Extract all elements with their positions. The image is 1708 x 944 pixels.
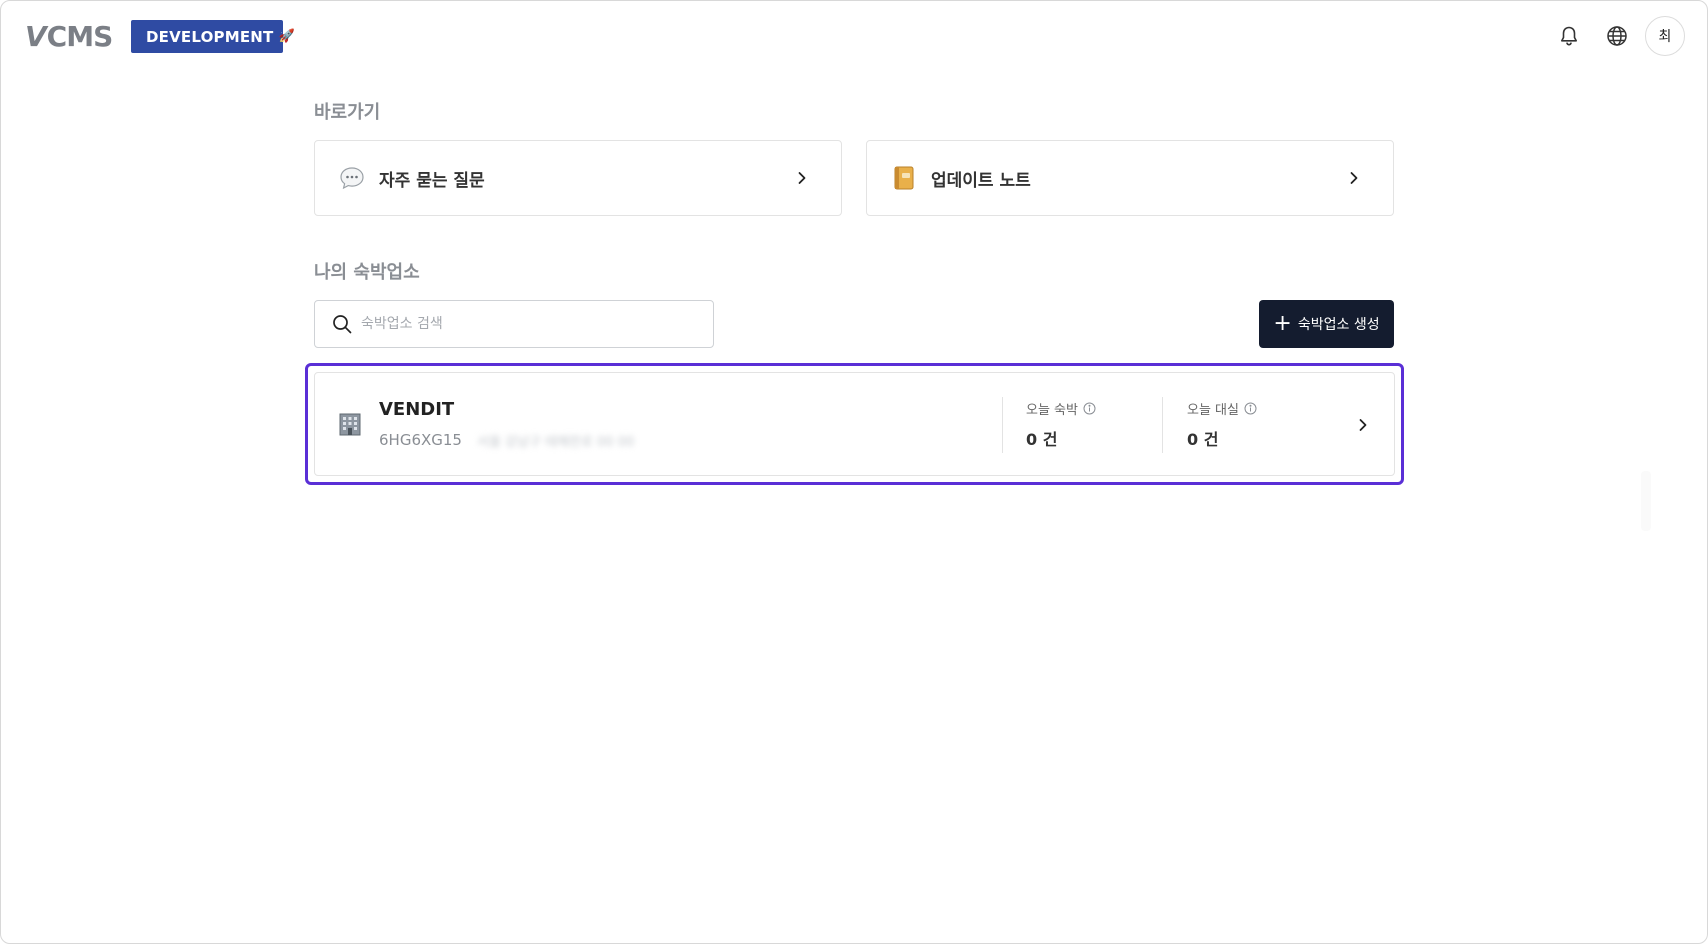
chevron-right-icon xyxy=(791,167,813,189)
scroll-hint xyxy=(1641,471,1651,531)
property-search-input[interactable] xyxy=(361,316,701,332)
search-icon xyxy=(331,313,353,335)
shortcut-update-notes-card[interactable]: 업데이트 노트 xyxy=(866,140,1394,216)
stat-today-rental: 오늘 대실 0 건 xyxy=(1187,399,1257,450)
user-avatar[interactable]: 최 xyxy=(1645,16,1685,56)
create-property-button[interactable]: + 숙박업소 생성 xyxy=(1259,300,1394,348)
notebook-icon xyxy=(891,165,917,191)
stat-today-stay: 오늘 숙박 0 건 xyxy=(1026,399,1096,450)
stat-today-rental-value: 0 건 xyxy=(1187,430,1219,449)
property-code: 6HG6XG15 xyxy=(379,431,462,449)
vcms-logo[interactable]: V CMS xyxy=(25,19,114,53)
stat-divider xyxy=(1162,397,1163,453)
info-icon[interactable] xyxy=(1244,402,1257,415)
plus-icon: + xyxy=(1273,311,1292,336)
rocket-icon: 🚀 xyxy=(278,29,295,44)
stat-today-stay-label-row: 오늘 숙박 xyxy=(1026,399,1096,418)
stat-divider xyxy=(1002,397,1003,453)
bell-icon[interactable] xyxy=(1550,17,1588,55)
app-window: V CMS DEVELOPMENT 🚀 최 바로가기 자주 묻는 질문 업데이트… xyxy=(0,0,1708,944)
info-icon[interactable] xyxy=(1083,402,1096,415)
property-card[interactable]: VENDIT 6HG6XG15 서울 강남구 테헤란로 00 00 오늘 숙박 … xyxy=(314,372,1395,476)
environment-badge: DEVELOPMENT 🚀 xyxy=(131,20,295,53)
shortcut-update-notes-label: 업데이트 노트 xyxy=(931,170,1031,191)
create-property-label: 숙박업소 생성 xyxy=(1297,317,1380,333)
environment-badge-label: DEVELOPMENT xyxy=(146,27,274,46)
chevron-right-icon[interactable] xyxy=(1352,414,1374,436)
globe-icon[interactable] xyxy=(1598,17,1636,55)
logo-mark: V xyxy=(25,19,47,53)
my-properties-title: 나의 숙박업소 xyxy=(314,262,420,283)
stat-today-stay-label: 오늘 숙박 xyxy=(1026,403,1078,418)
building-icon xyxy=(337,411,363,437)
logo-text: CMS xyxy=(46,19,114,53)
property-name: VENDIT xyxy=(379,399,455,420)
speech-bubble-icon xyxy=(339,165,365,191)
stat-today-rental-label-row: 오늘 대실 xyxy=(1187,399,1257,418)
stat-today-stay-value: 0 건 xyxy=(1026,430,1058,449)
shortcut-faq-card[interactable]: 자주 묻는 질문 xyxy=(314,140,842,216)
chevron-right-icon xyxy=(1343,167,1365,189)
shortcut-faq-label: 자주 묻는 질문 xyxy=(379,170,485,191)
property-address-blurred: 서울 강남구 테헤란로 00 00 xyxy=(477,435,635,450)
property-search[interactable] xyxy=(314,300,714,348)
top-header: V CMS DEVELOPMENT 🚀 최 xyxy=(1,1,1707,71)
shortcuts-title: 바로가기 xyxy=(314,102,381,123)
stat-today-rental-label: 오늘 대실 xyxy=(1187,403,1239,418)
